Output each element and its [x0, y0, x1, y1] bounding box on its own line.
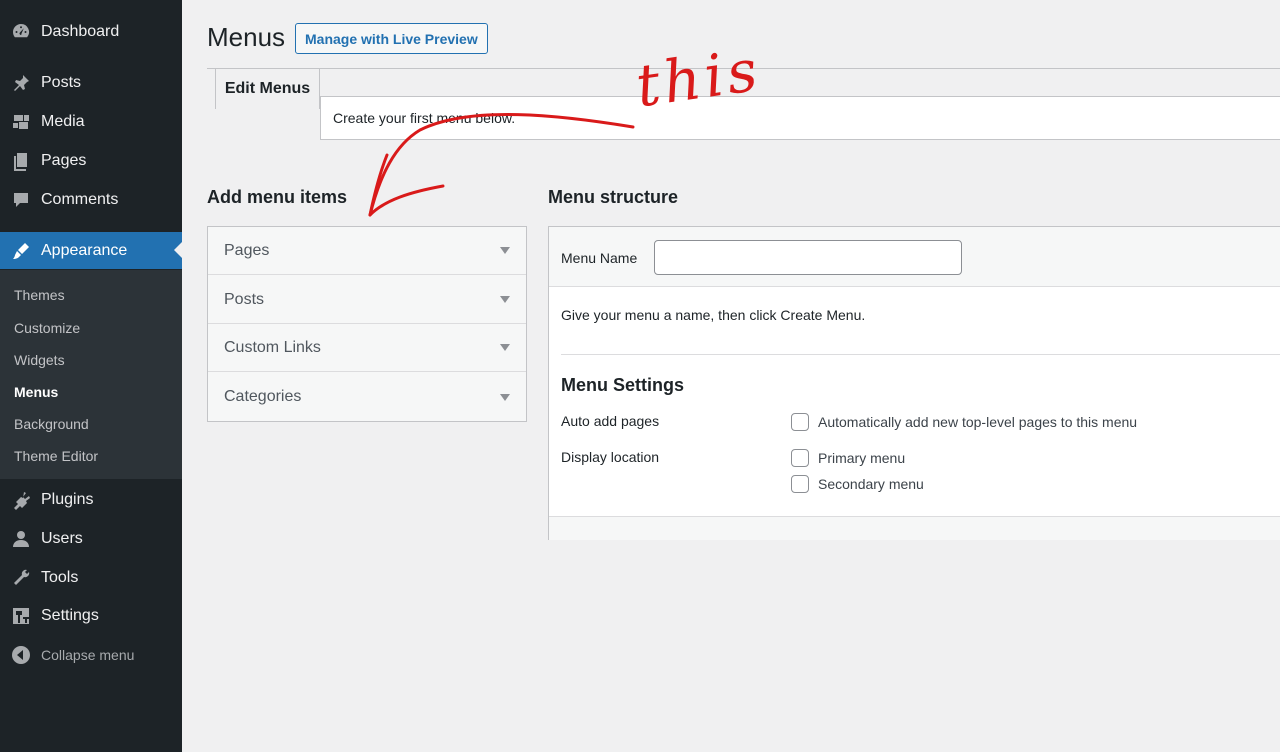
auto-add-checkbox[interactable] [791, 413, 809, 431]
secondary-menu-option[interactable]: Secondary menu [791, 475, 924, 493]
secondary-menu-checkbox[interactable] [791, 475, 809, 493]
sidebar-item-settings[interactable]: Settings [0, 598, 182, 634]
collapse-icon [10, 644, 32, 666]
menu-structure-panel: Menu Name Give your menu a name, then cl… [548, 226, 1280, 540]
sidebar-item-pages[interactable]: Pages [0, 143, 182, 179]
live-preview-button[interactable]: Manage with Live Preview [295, 23, 488, 54]
tab-edit-menus[interactable]: Edit Menus [215, 69, 320, 109]
submenu-background[interactable]: Background [14, 416, 89, 432]
submenu-themes[interactable]: Themes [14, 287, 65, 303]
appearance-submenu: Themes Customize Widgets Menus Backgroun… [0, 270, 182, 479]
menu-structure-footer [549, 516, 1280, 540]
settings-icon [10, 605, 32, 627]
sidebar-item-plugins[interactable]: Plugins [0, 482, 182, 518]
display-location-label: Display location [561, 449, 660, 465]
sidebar-item-comments[interactable]: Comments [0, 182, 182, 218]
menu-name-input[interactable] [654, 240, 962, 275]
auto-add-pages-option[interactable]: Automatically add new top-level pages to… [791, 413, 1137, 431]
sidebar-item-media[interactable]: Media [0, 104, 182, 140]
secondary-menu-label: Secondary menu [818, 476, 924, 492]
accordion-label: Posts [224, 290, 265, 308]
submenu-menus[interactable]: Menus [14, 384, 58, 400]
sidebar-item-tools[interactable]: Tools [0, 560, 182, 596]
accordion-pages[interactable]: Pages [208, 227, 526, 275]
pushpin-icon [10, 72, 32, 94]
sidebar-item-appearance[interactable]: Appearance [0, 232, 182, 269]
sidebar-item-label: Posts [41, 74, 82, 91]
triangle-down-icon [500, 247, 510, 254]
menu-settings-heading: Menu Settings [561, 375, 685, 395]
auto-add-option-label: Automatically add new top-level pages to… [818, 414, 1138, 430]
add-menu-items-heading: Add menu items [207, 187, 348, 207]
pages-icon [10, 150, 32, 172]
media-icon [10, 111, 32, 133]
sidebar-item-label: Media [41, 113, 85, 130]
sidebar-item-users[interactable]: Users [0, 521, 182, 557]
plugin-icon [10, 489, 32, 511]
primary-menu-option[interactable]: Primary menu [791, 449, 905, 467]
primary-menu-checkbox[interactable] [791, 449, 809, 467]
submenu-customize[interactable]: Customize [14, 320, 80, 336]
create-menu-hint: Give your menu a name, then click Create… [561, 307, 866, 323]
menu-name-bar: Menu Name [549, 227, 1280, 287]
menu-structure-heading: Menu structure [548, 187, 679, 207]
sidebar-item-label: Dashboard [41, 23, 120, 40]
comment-icon [10, 189, 32, 211]
sidebar-item-label: Pages [41, 152, 87, 169]
sidebar-item-dashboard[interactable]: Dashboard [0, 14, 182, 50]
sidebar-item-label: Settings [41, 607, 99, 624]
submenu-theme-editor[interactable]: Theme Editor [14, 448, 98, 464]
triangle-down-icon [500, 393, 510, 401]
accordion-label: Pages [224, 241, 270, 259]
collapse-menu-button[interactable]: Collapse menu [0, 637, 182, 673]
page-title: Menus [207, 22, 286, 52]
collapse-label: Collapse menu [41, 647, 135, 663]
accordion-custom-links[interactable]: Custom Links [208, 324, 526, 372]
divider [561, 354, 1280, 355]
sidebar-item-label: Comments [41, 191, 119, 208]
accordion-categories[interactable]: Categories [208, 373, 526, 421]
accordion-label: Categories [224, 388, 302, 405]
sidebar-item-posts[interactable]: Posts [0, 65, 182, 101]
dashboard-icon [10, 21, 32, 43]
auto-add-pages-label: Auto add pages [561, 413, 660, 429]
sidebar-item-label: Users [41, 530, 83, 547]
accordion-label: Custom Links [224, 338, 321, 356]
accordion-posts[interactable]: Posts [208, 276, 526, 324]
add-items-accordion: Pages Posts Custom Links Categories [207, 226, 527, 422]
brush-icon [10, 240, 32, 262]
primary-menu-label: Primary menu [818, 450, 906, 466]
user-icon [10, 528, 32, 550]
menu-name-label: Menu Name [561, 250, 638, 266]
submenu-widgets[interactable]: Widgets [14, 352, 65, 368]
sidebar-item-label: Tools [41, 569, 79, 586]
triangle-down-icon [500, 296, 510, 303]
sidebar-item-label: Appearance [41, 241, 128, 259]
sidebar-item-label: Plugins [41, 491, 94, 508]
notice-box: Create your first menu below. [320, 96, 1280, 140]
triangle-down-icon [500, 344, 510, 351]
wrench-icon [10, 567, 32, 589]
notice-text: Create your first menu below. [333, 110, 516, 126]
admin-sidebar: Dashboard Posts Media Pages Comments App… [0, 0, 182, 752]
